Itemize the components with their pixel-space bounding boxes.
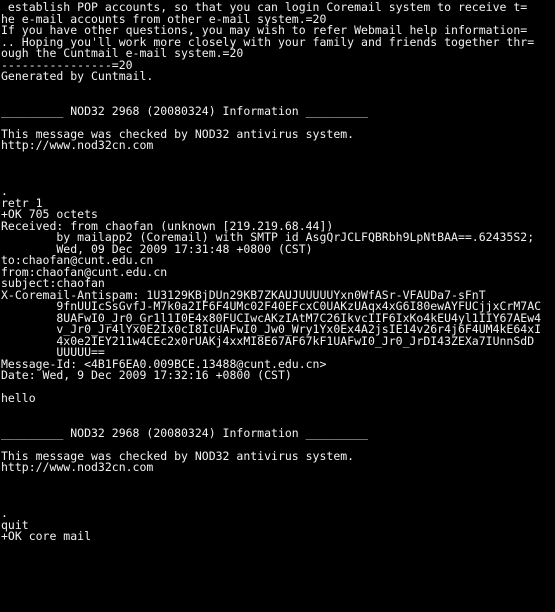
terminal-line: . [1,506,8,520]
terminal-line: http://www.nod32cn.com [1,138,154,152]
terminal-line: _________ NOD32 2968 (20080324) Informat… [1,103,368,118]
terminal-line: +OK core mail [1,529,92,543]
terminal-line: http://www.nod32cn.com [1,460,154,474]
terminal-line: _________ NOD32 2968 (20080324) Informat… [1,425,368,440]
terminal-line: Date: Wed, 9 Dec 2009 17:32:16 +0800 (CS… [1,368,292,382]
terminal-line: . [1,184,8,198]
terminal-line: Generated by Cuntmail. [1,69,154,83]
terminal-console[interactable]: establish POP accounts, so that you can … [0,0,555,612]
terminal-output: establish POP accounts, so that you can … [1,1,555,543]
terminal-line: hello [1,391,36,405]
